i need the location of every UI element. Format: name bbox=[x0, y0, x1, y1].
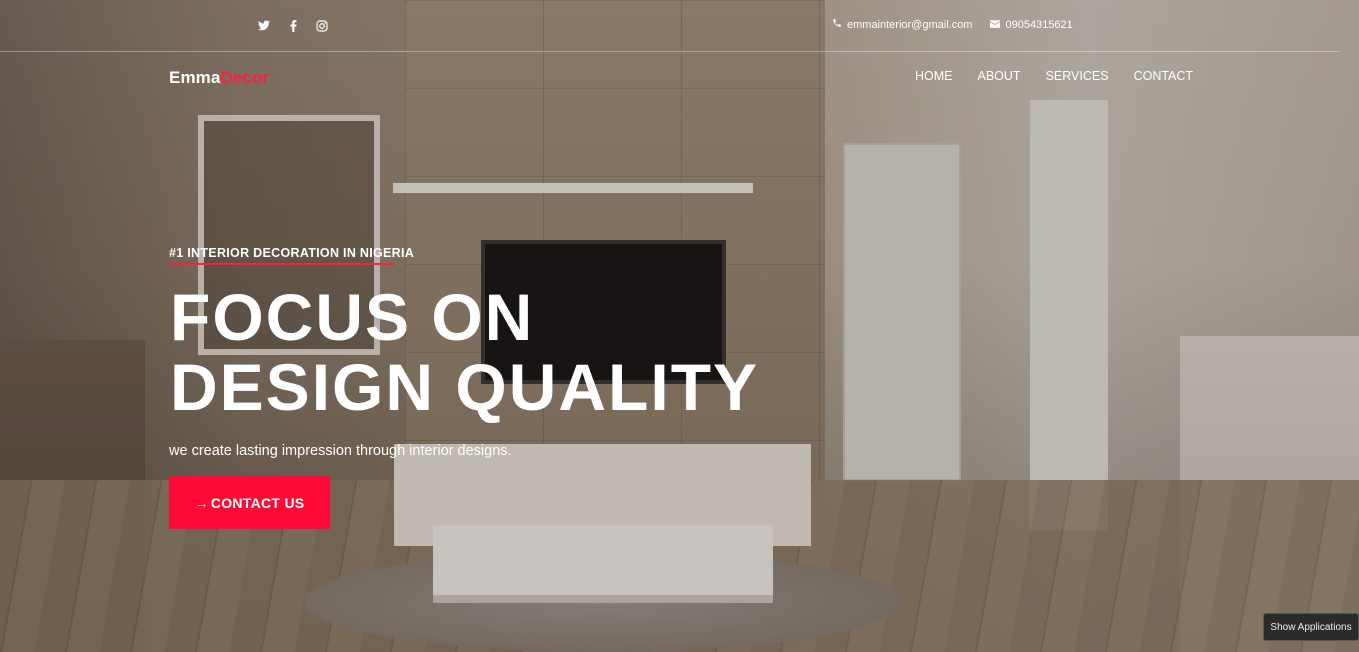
kicker-underline bbox=[169, 263, 395, 265]
facebook-icon[interactable] bbox=[287, 20, 299, 32]
hero-subtitle: we create lasting impression through int… bbox=[169, 443, 512, 459]
hero-headline: FOCUS ON DESIGN QUALITY bbox=[170, 282, 759, 422]
main-nav: HOME ABOUT SERVICES CONTACT bbox=[915, 69, 1193, 83]
contact-us-button[interactable]: → CONTACT US bbox=[169, 476, 330, 529]
email-contact[interactable]: emmainterior@gmail.com bbox=[832, 18, 972, 31]
phone-contact[interactable]: 09054315621 bbox=[990, 18, 1073, 31]
show-applications-button[interactable]: Show Applications bbox=[1263, 613, 1359, 641]
contact-info: emmainterior@gmail.com 09054315621 bbox=[832, 18, 1073, 31]
instagram-icon[interactable] bbox=[316, 20, 328, 32]
nav-about[interactable]: ABOUT bbox=[978, 69, 1021, 83]
envelope-icon bbox=[990, 19, 1001, 31]
top-bar: emmainterior@gmail.com 09054315621 bbox=[0, 10, 1359, 42]
arrow-right-icon: → bbox=[194, 494, 209, 511]
twitter-icon[interactable] bbox=[258, 20, 270, 32]
contact-us-label: CONTACT US bbox=[210, 494, 305, 511]
nav-services[interactable]: SERVICES bbox=[1046, 69, 1109, 83]
headline-line-2: DESIGN QUALITY bbox=[170, 350, 760, 424]
nav-contact[interactable]: CONTACT bbox=[1134, 69, 1194, 83]
hero-kicker: #1 INTERIOR DECORATION IN NIGERIA bbox=[169, 246, 415, 260]
phone-text: 09054315621 bbox=[1005, 18, 1073, 31]
brand-name-part2: Decor bbox=[220, 68, 270, 87]
brand-name-part1: Emma bbox=[169, 68, 221, 87]
headline-line-1: FOCUS ON bbox=[170, 280, 535, 354]
header-divider bbox=[0, 51, 1340, 52]
brand-logo[interactable]: EmmaDecor bbox=[169, 68, 269, 88]
phone-icon bbox=[832, 18, 842, 31]
nav-home[interactable]: HOME bbox=[915, 69, 953, 83]
social-links bbox=[258, 20, 328, 32]
email-text: emmainterior@gmail.com bbox=[847, 18, 973, 31]
